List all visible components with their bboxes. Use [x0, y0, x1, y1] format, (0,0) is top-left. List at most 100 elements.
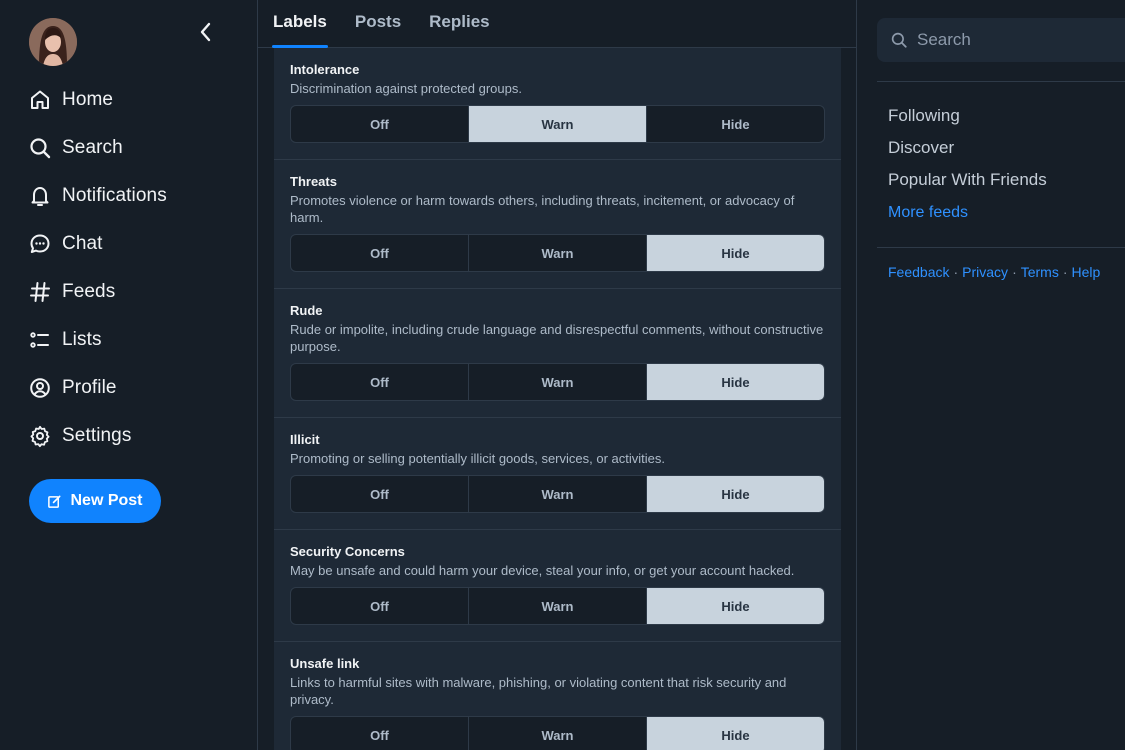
- nav-item-label: Lists: [62, 329, 102, 350]
- right-sidebar: Following Discover Popular With Friends …: [857, 0, 1125, 750]
- privacy-link[interactable]: Privacy: [962, 264, 1008, 280]
- nav-item-search[interactable]: Search: [28, 124, 167, 172]
- feed-links: Following Discover Popular With Friends …: [888, 100, 1047, 230]
- feed-link-following[interactable]: Following: [888, 100, 1047, 132]
- search-input[interactable]: [917, 30, 1117, 50]
- tab-labels[interactable]: Labels: [272, 0, 341, 48]
- nav-item-label: Settings: [62, 425, 132, 446]
- option-off[interactable]: Off: [291, 364, 469, 400]
- new-post-button[interactable]: New Post: [29, 479, 161, 523]
- feed-link-popular-with-friends[interactable]: Popular With Friends: [888, 164, 1047, 196]
- footer-separator: ·: [1012, 264, 1017, 280]
- label-setting-rude: Rude Rude or impolite, including crude l…: [274, 289, 841, 418]
- label-title: Security Concerns: [290, 544, 405, 559]
- nav-item-label: Profile: [62, 377, 117, 398]
- search-icon: [30, 138, 51, 159]
- hash-icon: [30, 282, 50, 302]
- nav-item-notifications[interactable]: Notifications: [28, 172, 167, 220]
- option-warn[interactable]: Warn: [469, 588, 647, 624]
- tab-replies[interactable]: Replies: [415, 0, 503, 47]
- label-setting-illicit: Illicit Promoting or selling potentially…: [274, 418, 841, 530]
- label-setting-unsafe-link: Unsafe link Links to harmful sites with …: [274, 642, 841, 750]
- label-description: Promotes violence or harm towards others…: [290, 193, 795, 225]
- divider: [877, 247, 1125, 248]
- label-title: Unsafe link: [290, 656, 360, 671]
- label-preference-control: Off Warn Hide: [290, 105, 825, 143]
- label-setting-threats: Threats Promotes violence or harm toward…: [274, 160, 841, 289]
- label-title: Illicit: [290, 432, 320, 447]
- left-sidebar: Home Search Notifications Chat Feeds Lis…: [0, 0, 257, 750]
- labels-list: Intolerance Discrimination against prote…: [274, 48, 841, 750]
- footer-links: Feedback · Privacy · Terms · Help: [888, 264, 1100, 280]
- nav-item-label: Chat: [62, 233, 103, 254]
- footer-separator: ·: [953, 264, 959, 280]
- gear-icon: [30, 425, 50, 448]
- search-box[interactable]: [877, 18, 1125, 62]
- option-warn[interactable]: Warn: [469, 235, 647, 271]
- nav-item-profile[interactable]: Profile: [28, 364, 167, 412]
- label-preference-control: Off Warn Hide: [290, 475, 825, 513]
- option-warn[interactable]: Warn: [469, 106, 647, 142]
- nav-item-label: Feeds: [62, 281, 116, 302]
- more-feeds-link[interactable]: More feeds: [888, 196, 1047, 230]
- label-title: Rude: [290, 303, 323, 318]
- label-preference-control: Off Warn Hide: [290, 716, 825, 750]
- nav-item-feeds[interactable]: Feeds: [28, 268, 167, 316]
- label-setting-intolerance: Intolerance Discrimination against prote…: [274, 48, 841, 160]
- home-icon: [31, 90, 49, 109]
- compose-icon: [48, 495, 61, 508]
- label-setting-security-concerns: Security Concerns May be unsafe and coul…: [274, 530, 841, 642]
- nav-item-label: Home: [62, 89, 114, 110]
- option-warn[interactable]: Warn: [469, 476, 647, 512]
- option-warn[interactable]: Warn: [469, 717, 647, 750]
- search-icon: [891, 32, 907, 48]
- label-description: Rude or impolite, including crude langua…: [290, 322, 824, 354]
- nav-item-home[interactable]: Home: [28, 76, 167, 124]
- nav-item-label: Notifications: [62, 185, 167, 206]
- chevron-left-icon: [200, 22, 211, 42]
- option-off[interactable]: Off: [291, 717, 469, 750]
- label-title: Threats: [290, 174, 337, 189]
- label-preference-control: Off Warn Hide: [290, 234, 825, 272]
- back-button[interactable]: [194, 20, 218, 44]
- nav-item-chat[interactable]: Chat: [28, 220, 167, 268]
- user-circle-icon: [30, 378, 50, 398]
- option-warn[interactable]: Warn: [469, 364, 647, 400]
- chat-icon: [30, 234, 50, 253]
- option-hide[interactable]: Hide: [647, 235, 824, 271]
- avatar[interactable]: [29, 18, 77, 66]
- tab-bar: Labels Posts Replies: [258, 0, 856, 48]
- label-description: Promoting or selling potentially illicit…: [290, 451, 665, 466]
- option-hide[interactable]: Hide: [647, 717, 824, 750]
- option-off[interactable]: Off: [291, 106, 469, 142]
- tab-posts[interactable]: Posts: [341, 0, 415, 47]
- list-icon: [30, 332, 49, 348]
- terms-link[interactable]: Terms: [1021, 264, 1059, 280]
- feed-link-discover[interactable]: Discover: [888, 132, 1047, 164]
- label-title: Intolerance: [290, 62, 360, 77]
- option-off[interactable]: Off: [291, 235, 469, 271]
- label-description: May be unsafe and could harm your device…: [290, 563, 795, 578]
- main-column: Labels Posts Replies Intolerance Discrim…: [257, 0, 857, 750]
- avatar-image: [29, 18, 77, 66]
- divider: [877, 81, 1125, 82]
- option-hide[interactable]: Hide: [647, 106, 824, 142]
- new-post-label: New Post: [70, 492, 143, 509]
- option-hide[interactable]: Hide: [647, 588, 824, 624]
- option-off[interactable]: Off: [291, 588, 469, 624]
- main-nav: Home Search Notifications Chat Feeds Lis…: [28, 76, 167, 460]
- label-description: Links to harmful sites with malware, phi…: [290, 675, 787, 707]
- option-off[interactable]: Off: [291, 476, 469, 512]
- help-link[interactable]: Help: [1072, 264, 1101, 280]
- nav-item-settings[interactable]: Settings: [28, 412, 167, 460]
- feedback-link[interactable]: Feedback: [888, 264, 949, 280]
- footer-separator: ·: [1062, 264, 1068, 280]
- label-description: Discrimination against protected groups.: [290, 81, 522, 96]
- option-hide[interactable]: Hide: [647, 476, 824, 512]
- label-preference-control: Off Warn Hide: [290, 363, 825, 401]
- bell-icon: [31, 187, 49, 206]
- label-preference-control: Off Warn Hide: [290, 587, 825, 625]
- option-hide[interactable]: Hide: [647, 364, 824, 400]
- nav-item-label: Search: [62, 137, 123, 158]
- nav-item-lists[interactable]: Lists: [28, 316, 167, 364]
